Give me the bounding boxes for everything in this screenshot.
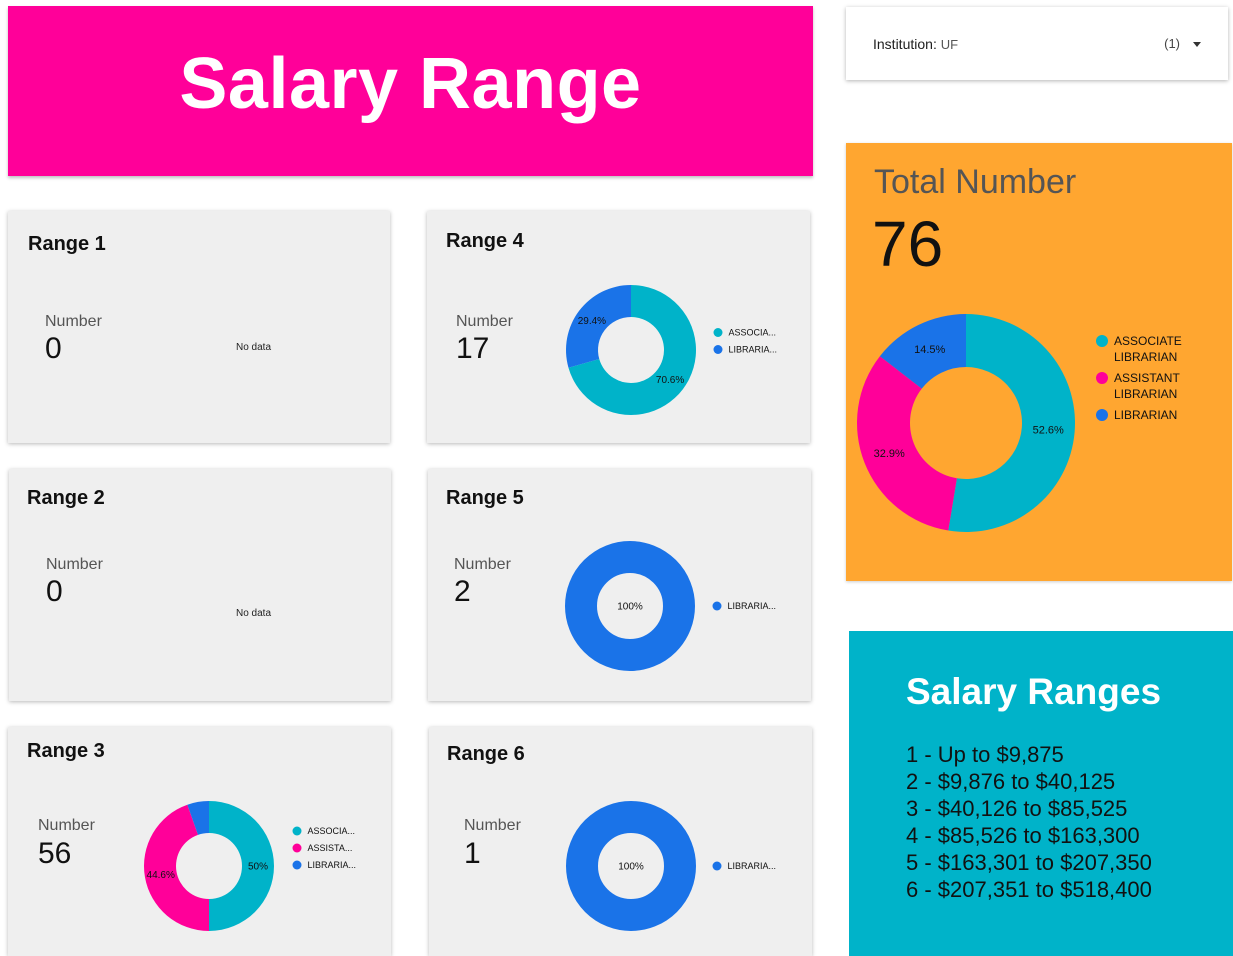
legend-label-librarian: LIBRARIAN [1114,408,1177,422]
salary-range-item: 2 - $9,876 to $40,125 [906,769,1116,794]
legend-label-libraria: LIBRARIA... [308,860,357,870]
legend-label-associate-librarian: ASSOCIATE LIBRARIAN [1114,334,1182,364]
legend-label-assistant-librarian: ASSISTANT LIBRARIAN [1114,371,1180,401]
total-number-card: Total Number 76 52.6% 32.9% 14.5% ASSOCIATE… [846,143,1232,581]
legend-swatch-associate-librarian [1096,335,1108,347]
salary-range-item: 5 - $163,301 to $207,350 [906,850,1152,875]
legend-swatch-libraria [292,860,302,870]
range-1-no-data: No data [236,342,272,353]
legend-label-libraria: LIBRARIA... [728,861,777,871]
page-title: Salary Range [179,44,642,124]
legend-swatch-librarian [1096,409,1108,421]
donut-label-associa: 50% [248,862,268,873]
range-1-card: Range 1 Number 0 No data [8,211,390,443]
range-1-number: 0 [45,332,62,365]
donut-slice-assistant-librarian [857,356,957,531]
filter-value: UF [940,37,959,52]
range-6-card: Range 6 Number 1 100% LIBRARIA... [429,727,812,956]
filter-label: Institution: UF [873,36,959,52]
donut-label-assistant-librarian: 32.9% [874,448,905,460]
legend-swatch-libraria [713,345,723,354]
filter-count: (1) [1164,36,1180,51]
legend-swatch-associa [292,826,302,836]
range-5-card: Range 5 Number 2 100% LIBRARIA... [428,469,811,701]
donut-label-libraria: 29.4% [578,316,606,327]
donut-label-libraria: 100% [618,862,644,873]
total-chart: 52.6% 32.9% 14.5% ASSOCIATE LIBRARIAN ASSISTA… [857,314,1182,532]
legend-label-libraria: LIBRARIA... [728,601,777,611]
legend-swatch-assistant-librarian [1096,372,1108,384]
range-6-chart: 100% LIBRARIA... [566,801,777,931]
donut-label-librarian: 14.5% [914,344,945,356]
legend-label-associa: ASSOCIA... [729,328,777,338]
salary-ranges-title: Salary Ranges [906,671,1162,712]
legend-swatch-associa [713,328,723,337]
legend-swatch-libraria [712,601,722,611]
donut-label-associate-librarian: 52.6% [1033,425,1064,437]
range-2-number: 0 [46,575,63,608]
range-2-number-label: Number [46,556,103,573]
range-2-card: Range 2 Number 0 No data [9,469,391,701]
range-2-no-data: No data [236,608,272,619]
range-4-chart: 70.6% 29.4% ASSOCIA... LIBRARIA... [566,285,778,415]
donut-label-associa: 70.6% [656,375,684,386]
range-4-card: Range 4 Number 17 70.6% 29.4% ASSOCIA... LI… [427,211,810,443]
salary-range-item: 1 - Up to $9,875 [906,742,1064,767]
legend-label-associa: ASSOCIA... [308,826,356,836]
title-banner: Salary Range [8,6,813,176]
range-5-chart: 100% LIBRARIA... [565,541,777,671]
chevron-down-icon[interactable] [1193,42,1201,47]
salary-range-item: 3 - $40,126 to $85,525 [906,796,1128,821]
salary-range-item: 4 - $85,526 to $163,300 [906,823,1140,848]
range-2-title: Range 2 [27,487,105,509]
range-1-number-label: Number [45,313,102,330]
salary-ranges-card: Salary Ranges 1 - Up to $9,875 2 - $9,87… [849,631,1233,956]
donut-label-libraria: 100% [617,602,643,613]
legend-label-assista: ASSISTA... [308,843,353,853]
legend-swatch-assista [292,843,302,853]
donut-label-assista: 44.6% [147,870,175,881]
institution-filter[interactable]: Institution: UF (1) [846,7,1228,80]
legend-swatch-libraria [712,861,722,871]
range-1-title: Range 1 [28,233,106,255]
range-3-card: Range 3 Number 56 50% 44.6% ASSOCIA... ASSI… [8,727,391,956]
donut-slice-associate-librarian [948,314,1075,532]
range-3-chart: 50% 44.6% ASSOCIA... ASSISTA... LIBRARIA... [143,801,357,931]
salary-range-item: 6 - $207,351 to $518,400 [906,877,1152,902]
legend-label-libraria: LIBRARIA... [729,345,778,355]
salary-ranges-list: 1 - Up to $9,875 2 - $9,876 to $40,125 3… [906,741,1152,903]
